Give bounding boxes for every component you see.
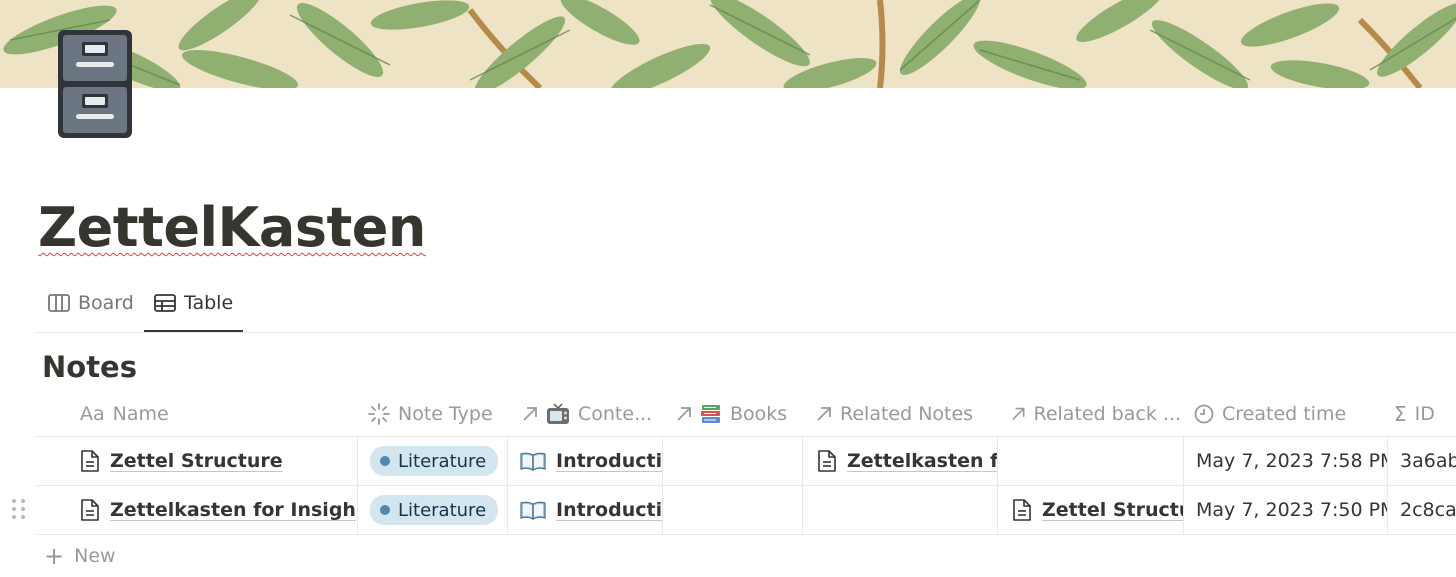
column-header-related-back[interactable]: Related back ... [1011,392,1181,436]
board-view-icon [48,294,70,312]
relation-link[interactable]: Zettelkasten for I [817,449,997,473]
relation-link[interactable]: Introduction [520,450,662,472]
relation-arrow-icon [1012,407,1025,421]
column-header-related-notes[interactable]: Related Notes [816,392,1001,436]
column-header-books[interactable]: Books [676,392,806,436]
tab-board-label: Board [78,292,134,314]
cell-created-time[interactable]: May 7, 2023 7:50 PM [1183,486,1387,534]
column-label: Name [112,403,169,425]
cell-related-back[interactable]: Zettel Structure [997,486,1183,534]
page-document-icon [1013,499,1031,521]
table-header: Aa Name Note Type Conte... Books Related… [36,392,1456,437]
page-link[interactable]: Zettel Structure [80,449,283,473]
column-header-name[interactable]: Aa Name [80,392,356,436]
column-header-id[interactable]: Σ ID [1394,392,1456,436]
relation-link[interactable]: Zettel Structure [1012,498,1183,522]
cell-name[interactable]: Zettel Structure [80,437,356,485]
cell-books[interactable] [662,437,802,485]
tab-table-label: Table [184,292,234,314]
created-time-value: May 7, 2023 7:50 PM [1196,499,1387,521]
new-row-label: New [74,545,116,567]
file-cabinet-icon[interactable] [56,28,134,140]
open-book-icon [520,501,546,520]
page-link[interactable]: Zettelkasten for Insights [80,498,356,522]
column-header-note-type[interactable]: Note Type [368,392,508,436]
sigma-icon: Σ [1394,402,1407,426]
tag-label: Literature [398,499,487,521]
relation-arrow-icon [817,407,831,421]
cell-note-type[interactable]: Literature [357,437,507,485]
cell-books[interactable] [662,486,802,534]
clock-icon [1194,404,1214,424]
id-value: 2c8ca9 [1400,499,1456,521]
tag-label: Literature [398,450,487,472]
relation-label: Introduction [556,499,662,521]
column-label: Created time [1222,403,1347,425]
relation-label: Zettel Structure [1042,499,1183,521]
drag-handle-icon[interactable] [12,499,26,519]
page-cover[interactable] [0,0,1456,88]
table-view-icon [154,294,176,312]
page-document-icon [81,450,99,472]
tab-board[interactable]: Board [48,292,134,332]
table-row[interactable]: Zettel Structure Literature Introduction [36,437,1456,486]
tag-dot [380,456,390,466]
created-time-value: May 7, 2023 7:58 PM [1196,450,1387,472]
tab-table[interactable]: Table [143,292,244,332]
cell-created-time[interactable]: May 7, 2023 7:58 PM [1183,437,1387,485]
cell-related-notes[interactable] [802,486,997,534]
television-icon [547,403,569,424]
new-row-button[interactable]: + New [44,544,116,568]
column-label: ID [1414,403,1435,425]
relation-label: Introduction [556,450,662,472]
cell-related-notes[interactable]: Zettelkasten for I [802,437,997,485]
column-label: Note Type [398,403,493,425]
column-label: Conte... [578,403,653,425]
willow-leaf-pattern [0,0,1456,88]
plus-icon: + [44,542,65,570]
text-property-icon: Aa [80,403,105,425]
row-name: Zettel Structure [110,450,283,472]
note-type-tag: Literature [370,495,499,525]
tag-dot [380,505,390,515]
relation-link[interactable]: Introduction [520,499,662,521]
column-header-created-time[interactable]: Created time [1194,392,1384,436]
select-property-icon [368,403,390,425]
id-value: 3a6ab5 [1400,450,1456,472]
page-title[interactable]: ZettelKasten [38,196,426,259]
view-tabs: Board Table [36,284,1456,333]
column-label: Related Notes [840,403,974,425]
cell-id[interactable]: 2c8ca9 [1387,486,1456,534]
cell-id[interactable]: 3a6ab5 [1387,437,1456,485]
column-header-content[interactable]: Conte... [522,392,662,436]
cell-content[interactable]: Introduction [507,486,662,534]
cell-content[interactable]: Introduction [507,437,662,485]
cell-related-back[interactable] [997,437,1183,485]
page-document-icon [818,450,836,472]
cell-name[interactable]: Zettelkasten for Insights [80,486,356,534]
column-label: Books [730,403,788,425]
database-title[interactable]: Notes [42,350,137,384]
books-icon [701,405,720,423]
table-row[interactable]: Zettelkasten for Insights Literature Int… [12,486,1456,535]
relation-arrow-icon [523,407,537,421]
relation-arrow-icon [677,407,691,421]
row-name: Zettelkasten for Insights [110,499,356,521]
column-label: Related back ... [1033,403,1181,425]
page-document-icon [81,499,99,521]
relation-label: Zettelkasten for I [847,450,997,472]
note-type-tag: Literature [370,446,499,476]
open-book-icon [520,452,546,471]
notes-table: Aa Name Note Type Conte... Books Related… [12,392,1456,535]
cell-note-type[interactable]: Literature [357,486,507,534]
